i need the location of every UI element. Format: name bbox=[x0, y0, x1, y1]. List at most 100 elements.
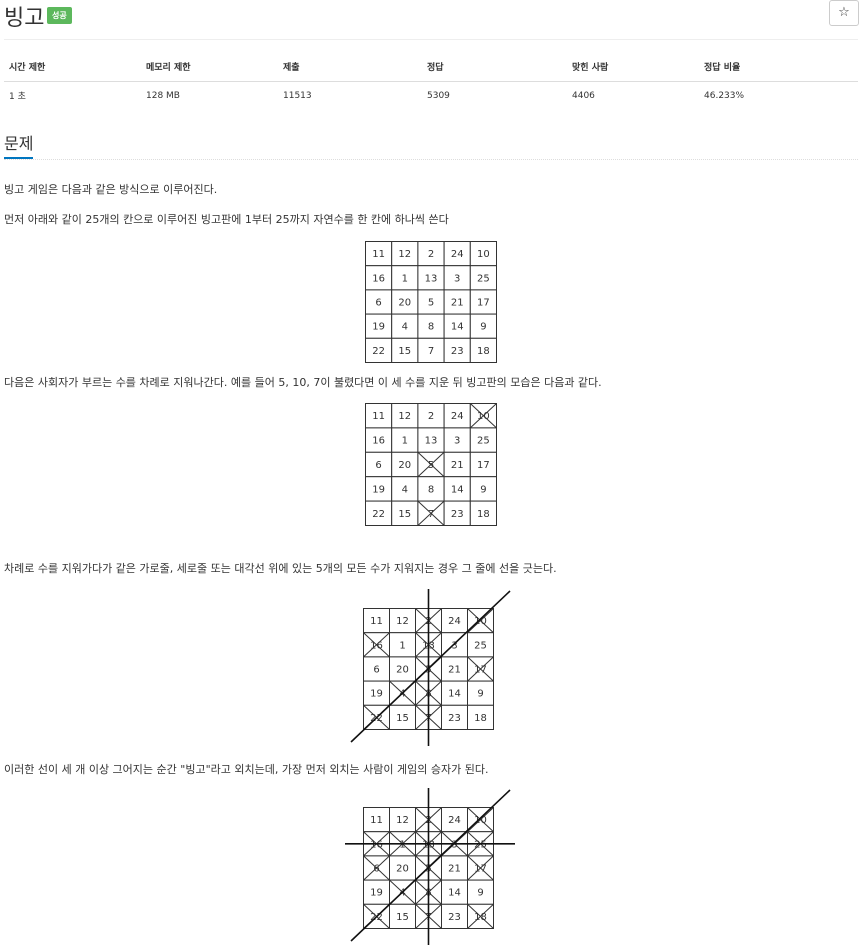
board-number: 21 bbox=[448, 665, 461, 676]
board-number: 6 bbox=[373, 665, 379, 676]
value-accepted: 5309 bbox=[427, 90, 450, 101]
value-memory-limit: 128 MB bbox=[146, 90, 180, 101]
header-accepted: 정답 bbox=[422, 52, 567, 82]
board-number: 11 bbox=[370, 815, 383, 826]
board-number: 12 bbox=[398, 411, 411, 422]
board-number: 18 bbox=[477, 346, 490, 357]
board-number: 16 bbox=[370, 839, 383, 850]
info-value-row: 1 초 128 MB 11513 5309 4406 46.233% bbox=[4, 82, 858, 110]
board-number: 20 bbox=[396, 864, 409, 875]
board-number: 1 bbox=[399, 839, 405, 850]
board-number: 11 bbox=[372, 411, 385, 422]
board-number: 17 bbox=[474, 665, 487, 676]
board-number: 5 bbox=[428, 460, 434, 471]
bingo-board-figure-3: 1112224101611332562052117194814922157231… bbox=[350, 589, 511, 746]
section-divider bbox=[4, 158, 858, 160]
info-header-row: 시간 제한 메모리 제한 제출 정답 맞힌 사람 정답 비율 bbox=[4, 52, 858, 82]
board-number: 5 bbox=[428, 298, 434, 309]
board-number: 14 bbox=[448, 689, 461, 700]
board-number: 12 bbox=[396, 616, 409, 627]
board-number: 23 bbox=[448, 912, 461, 923]
board-number: 25 bbox=[474, 839, 487, 850]
board-number: 15 bbox=[396, 713, 409, 724]
board-number: 19 bbox=[372, 322, 385, 333]
board-number: 24 bbox=[451, 411, 464, 422]
board-number: 11 bbox=[372, 249, 385, 260]
board-number: 17 bbox=[477, 460, 490, 471]
board-number: 10 bbox=[477, 411, 490, 422]
board-number: 24 bbox=[451, 249, 464, 260]
problem-title: 빙고 bbox=[4, 6, 45, 31]
board-number: 13 bbox=[425, 436, 438, 447]
board-number: 25 bbox=[477, 273, 490, 284]
board-number: 24 bbox=[448, 815, 461, 826]
paragraph-4: 차례로 수를 지워가다가 같은 가로줄, 세로줄 또는 대각선 위에 있는 5개… bbox=[4, 562, 557, 575]
board-number: 4 bbox=[402, 322, 408, 333]
board-number: 10 bbox=[477, 249, 490, 260]
header-solved-users: 맞힌 사람 bbox=[567, 52, 699, 82]
star-icon: ☆ bbox=[838, 5, 850, 20]
board-number: 19 bbox=[370, 689, 383, 700]
board-number: 8 bbox=[428, 484, 434, 495]
header-accept-ratio: 정답 비율 bbox=[699, 52, 858, 82]
board-number: 7 bbox=[428, 346, 434, 357]
board-number: 1 bbox=[399, 640, 405, 651]
header-submissions: 제출 bbox=[278, 52, 422, 82]
board-number: 4 bbox=[402, 484, 408, 495]
paragraph-1: 빙고 게임은 다음과 같은 방식으로 이루어진다. bbox=[4, 183, 218, 196]
bingo-board-figure-4: 1112224101611332562052117194814922157231… bbox=[345, 788, 515, 945]
board-number: 22 bbox=[372, 346, 385, 357]
header-time-limit: 시간 제한 bbox=[4, 52, 141, 82]
board-number: 16 bbox=[370, 640, 383, 651]
board-number: 21 bbox=[451, 460, 464, 471]
board-number: 22 bbox=[372, 509, 385, 520]
header-memory-limit: 메모리 제한 bbox=[141, 52, 278, 82]
bingo-board-figure-1: 11 12 2 24 10 16 1 13 3 25 6 20 5 21 17 19 4 8 14 9 22 15 7 23 1… bbox=[365, 241, 498, 364]
paragraph-2: 먼저 아래와 같이 25개의 칸으로 이루어진 빙고판에 1부터 25까지 자연… bbox=[4, 213, 449, 226]
board-number: 9 bbox=[480, 322, 486, 333]
board-number: 21 bbox=[448, 864, 461, 875]
board-number: 18 bbox=[474, 912, 487, 923]
board-number: 14 bbox=[451, 484, 464, 495]
board-number: 16 bbox=[372, 273, 385, 284]
board-number: 25 bbox=[474, 640, 487, 651]
board-number: 1 bbox=[402, 436, 408, 447]
board-number: 8 bbox=[428, 322, 434, 333]
paragraph-5: 이러한 선이 세 개 이상 그어지는 순간 "빙고"라고 외치는데, 가장 먼저… bbox=[4, 763, 489, 776]
board-number: 18 bbox=[474, 713, 487, 724]
board-number: 14 bbox=[451, 322, 464, 333]
board-number: 9 bbox=[477, 689, 483, 700]
board-number: 19 bbox=[372, 484, 385, 495]
board-number: 3 bbox=[454, 436, 460, 447]
bingo-board-figure-2: 11 12 2 24 10 16 1 13 3 25 6 20 5 21 17 19 4 8 14 9 22 15 7 23 1… bbox=[365, 403, 498, 526]
board-number: 6 bbox=[375, 460, 381, 471]
board-number: 19 bbox=[370, 888, 383, 899]
board-number: 16 bbox=[372, 436, 385, 447]
star-button[interactable]: ☆ bbox=[829, 0, 859, 26]
board-number: 17 bbox=[477, 298, 490, 309]
board-number: 11 bbox=[370, 616, 383, 627]
board-number: 12 bbox=[396, 815, 409, 826]
board-number: 15 bbox=[398, 509, 411, 520]
board-number: 6 bbox=[373, 864, 379, 875]
paragraph-3: 다음은 사회자가 부르는 수를 차례로 지워나간다. 예를 들어 5, 10, … bbox=[4, 376, 602, 389]
board-number: 23 bbox=[451, 509, 464, 520]
board-number: 6 bbox=[375, 298, 381, 309]
section-underline-accent bbox=[4, 157, 33, 159]
problem-info-table: 시간 제한 메모리 제한 제출 정답 맞힌 사람 정답 비율 1 초 128 M… bbox=[4, 52, 858, 109]
board-number: 14 bbox=[448, 888, 461, 899]
value-time-limit: 1 초 bbox=[9, 92, 26, 102]
value-submissions: 11513 bbox=[283, 90, 312, 101]
board-number: 20 bbox=[398, 460, 411, 471]
board-number: 3 bbox=[454, 273, 460, 284]
board-number: 15 bbox=[398, 346, 411, 357]
board-number: 21 bbox=[451, 298, 464, 309]
board-number: 13 bbox=[425, 273, 438, 284]
board-number: 25 bbox=[477, 436, 490, 447]
board-number: 20 bbox=[396, 665, 409, 676]
board-number: 24 bbox=[448, 616, 461, 627]
board-number: 17 bbox=[474, 864, 487, 875]
board-number: 2 bbox=[428, 411, 434, 422]
board-number: 23 bbox=[451, 346, 464, 357]
board-number: 9 bbox=[480, 484, 486, 495]
